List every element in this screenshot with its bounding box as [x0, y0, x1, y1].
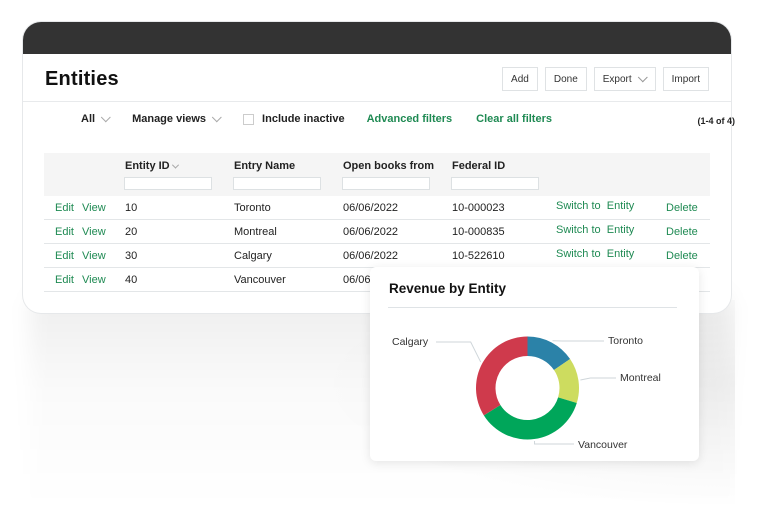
column-header-label: Federal ID [452, 160, 506, 172]
view-select-label: All [81, 113, 96, 125]
table-row: Edit View 30 Calgary 06/06/2022 10-52261… [44, 244, 710, 268]
include-inactive-checkbox[interactable] [243, 113, 255, 125]
include-inactive-label: Include inactive [262, 113, 345, 125]
column-header-label: Entity ID [125, 160, 170, 172]
entity-id-cell: 10 [125, 202, 138, 214]
slice-label-montreal: Montreal [620, 372, 661, 384]
export-button[interactable]: Export [593, 67, 656, 91]
window-titlebar [23, 22, 731, 54]
table-header: Entity ID Entry Name Open books from Fed… [44, 153, 710, 196]
view-link[interactable]: View [82, 274, 106, 286]
edit-link[interactable]: Edit [55, 202, 74, 214]
advanced-filters-link[interactable]: Advanced filters [367, 113, 453, 125]
done-button[interactable]: Done [544, 67, 587, 91]
leader-line-montreal [580, 377, 616, 381]
leader-line-vancouver [534, 441, 574, 445]
import-button[interactable]: Import [662, 67, 709, 91]
entry-name-cell: Calgary [234, 250, 272, 262]
column-header-entity-id[interactable]: Entity ID [125, 160, 179, 172]
view-link[interactable]: View [82, 250, 106, 262]
view-link[interactable]: View [82, 202, 106, 214]
federal-id-filter-input[interactable] [451, 177, 539, 190]
chevron-down-icon [100, 111, 111, 122]
table-row: Edit View 10 Toronto 06/06/2022 10-00002… [44, 196, 710, 220]
view-link[interactable]: View [82, 226, 106, 238]
chevron-down-icon [637, 71, 648, 82]
open-books-cell: 06/06/2022 [343, 226, 399, 238]
manage-views-dropdown[interactable]: Manage views [132, 111, 222, 125]
table-row: Edit View 20 Montreal 06/06/2022 10-0008… [44, 220, 710, 244]
entity-id-cell: 20 [125, 226, 138, 238]
column-header-open-books[interactable]: Open books from [343, 160, 434, 172]
view-select[interactable]: All [81, 111, 111, 125]
open-books-filter-input[interactable] [342, 177, 430, 190]
entry-name-cell: Vancouver [234, 274, 286, 286]
leader-line-calgary [436, 341, 482, 363]
toolbar: Add Done Export Import [502, 67, 709, 91]
donut-slice-calgary[interactable] [476, 336, 528, 416]
federal-id-cell: 10-522610 [452, 250, 505, 262]
open-books-cell: 06/06/2022 [343, 250, 399, 262]
filter-bar: All Manage views Include inactive Advanc… [23, 102, 731, 136]
done-button-label: Done [553, 73, 578, 85]
entity-id-filter-input[interactable] [124, 177, 212, 190]
switch-to-entity-link[interactable]: Switch to Entity [556, 248, 634, 260]
delete-link[interactable]: Delete [666, 250, 698, 262]
column-header-federal-id[interactable]: Federal ID [452, 160, 505, 172]
chevron-down-icon [211, 111, 222, 122]
switch-to-entity-link[interactable]: Switch to Entity [556, 200, 634, 212]
slice-label-calgary: Calgary [392, 336, 429, 348]
clear-all-filters-link[interactable]: Clear all filters [476, 113, 552, 125]
entry-name-cell: Montreal [234, 226, 277, 238]
delete-link[interactable]: Delete [666, 226, 698, 238]
entry-name-cell: Toronto [234, 202, 271, 214]
page-title: Entities [45, 68, 119, 90]
delete-link[interactable]: Delete [666, 202, 698, 214]
donut-chart: Toronto Montreal Vancouver Calgary [392, 335, 661, 451]
slice-label-vancouver: Vancouver [578, 439, 628, 451]
entry-name-filter-input[interactable] [233, 177, 321, 190]
manage-views-label: Manage views [132, 113, 207, 125]
import-button-label: Import [671, 73, 700, 85]
include-inactive-toggle[interactable]: Include inactive [243, 113, 345, 125]
sort-chevron-icon[interactable] [171, 161, 179, 169]
revenue-chart-card: Revenue by Entity Toronto Montreal Vancouv… [370, 267, 699, 461]
open-books-cell: 06/06/2022 [343, 202, 399, 214]
edit-link[interactable]: Edit [55, 226, 74, 238]
page-header: Entities Add Done Export Import [23, 54, 731, 102]
entity-id-cell: 40 [125, 274, 138, 286]
column-header-label: Open books from [343, 160, 435, 172]
federal-id-cell: 10-000835 [452, 226, 505, 238]
pagination-count: (1-4 of 4) [697, 116, 735, 126]
column-header-label: Entry Name [234, 160, 296, 172]
edit-link[interactable]: Edit [55, 274, 74, 286]
slice-label-toronto: Toronto [608, 335, 643, 347]
federal-id-cell: 10-000023 [452, 202, 505, 214]
column-header-entry-name[interactable]: Entry Name [234, 160, 295, 172]
export-button-label: Export [602, 73, 632, 85]
edit-link[interactable]: Edit [55, 250, 74, 262]
switch-to-entity-link[interactable]: Switch to Entity [556, 224, 634, 236]
add-button[interactable]: Add [502, 67, 538, 91]
entity-id-cell: 30 [125, 250, 138, 262]
add-button-label: Add [511, 73, 529, 85]
